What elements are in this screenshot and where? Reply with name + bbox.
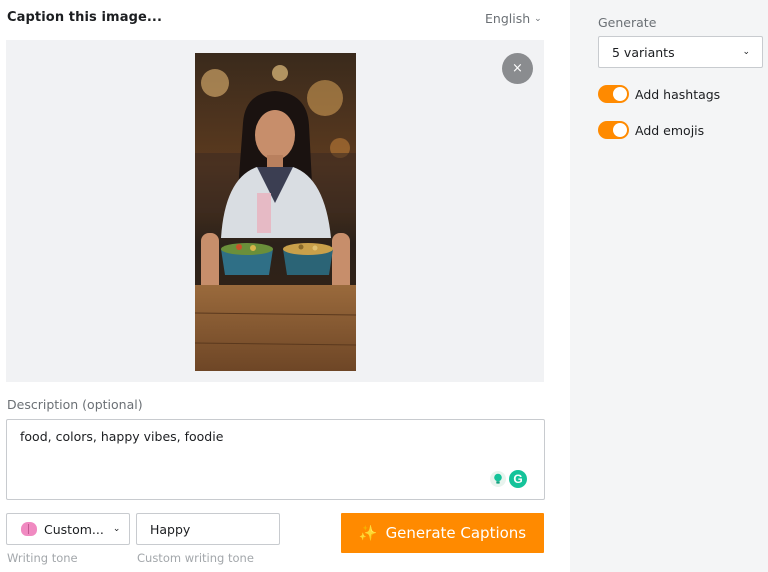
close-icon: ×: [512, 61, 523, 76]
hashtags-toggle[interactable]: [598, 85, 629, 103]
generate-captions-label: Generate Captions: [385, 524, 527, 542]
chevron-down-icon: ⌄: [112, 524, 121, 534]
emojis-toggle[interactable]: [598, 121, 629, 139]
description-label: Description (optional): [7, 397, 143, 412]
custom-tone-value: Happy: [150, 521, 191, 537]
brain-icon: [21, 522, 37, 536]
variants-value: 5 variants: [612, 44, 675, 60]
page-title: Caption this image...: [7, 10, 163, 25]
writing-tone-label: Writing tone: [7, 551, 78, 565]
language-label: English: [485, 11, 531, 26]
emojis-label: Add emojis: [635, 122, 705, 138]
hashtags-label: Add hashtags: [635, 86, 721, 102]
writing-tone-value: Custom...: [44, 521, 104, 537]
settings-sidebar: Generate 5 variants ⌄ Add hashtags Add e…: [570, 0, 768, 572]
chevron-down-icon: ⌄: [742, 47, 750, 57]
grammarly-widget[interactable]: G: [490, 470, 527, 488]
image-preview-panel: ×: [6, 40, 544, 382]
generate-label: Generate: [598, 15, 657, 30]
custom-tone-label: Custom writing tone: [137, 551, 254, 565]
remove-image-button[interactable]: ×: [502, 53, 533, 84]
uploaded-photo: [195, 53, 356, 371]
language-select[interactable]: English ⌄: [485, 11, 542, 26]
emojis-toggle-row: Add emojis: [598, 121, 704, 139]
variants-select[interactable]: 5 variants ⌄: [598, 36, 763, 68]
generate-captions-button[interactable]: ✨ Generate Captions: [341, 513, 544, 553]
writing-tone-select[interactable]: Custom... ⌄: [6, 513, 130, 545]
description-textarea[interactable]: food, colors, happy vibes, foodie G: [6, 419, 545, 500]
hashtags-toggle-row: Add hashtags: [598, 85, 720, 103]
lightbulb-icon[interactable]: [490, 471, 506, 487]
description-value: food, colors, happy vibes, foodie: [20, 429, 224, 444]
custom-tone-input[interactable]: Happy: [136, 513, 280, 545]
main-panel: Caption this image... English ⌄ × Descri…: [0, 0, 570, 572]
grammarly-icon[interactable]: G: [509, 470, 527, 488]
sparkle-icon: ✨: [358, 524, 378, 542]
chevron-down-icon: ⌄: [534, 13, 542, 24]
